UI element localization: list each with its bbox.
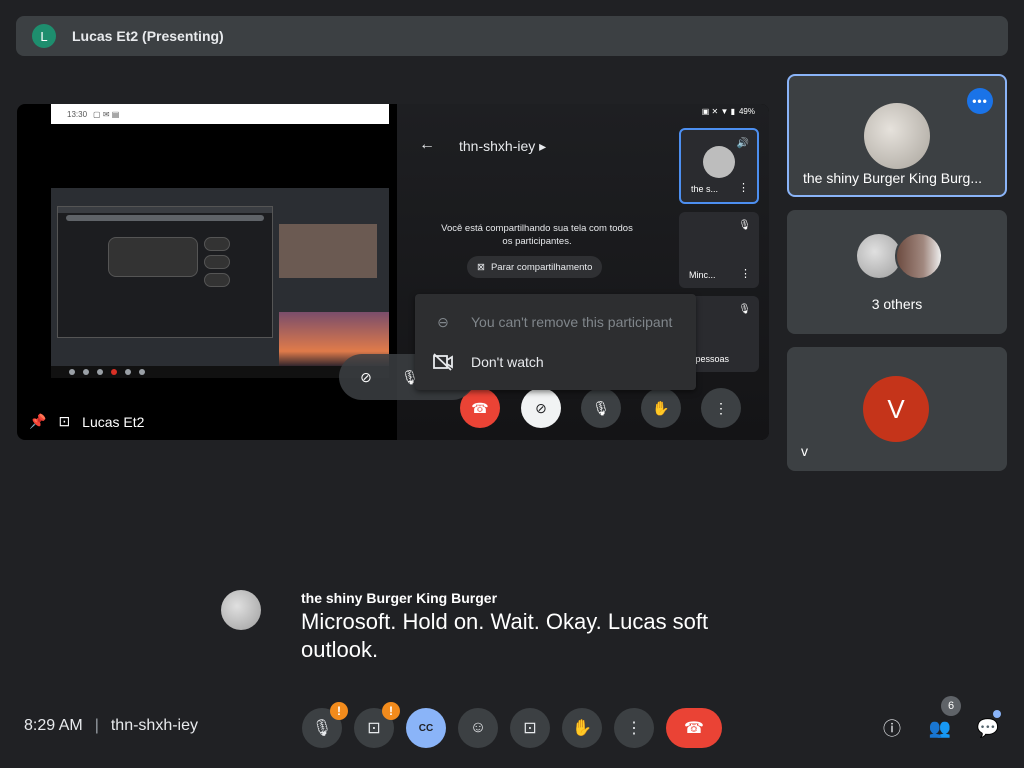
shared-browser-window xyxy=(57,206,273,338)
caption-text: Microsoft. Hold on. Wait. Okay. Lucas so… xyxy=(301,609,709,662)
phone-share-message: Você está compartilhando sua tela com to… xyxy=(441,223,633,247)
clock: 8:29 AM xyxy=(24,717,83,734)
avatar: V xyxy=(863,376,929,442)
phone-meeting-code: thn-shxh-iey ▸ xyxy=(459,138,547,154)
back-arrow-icon: ← xyxy=(419,136,435,153)
mic-off-icon: 🎙 xyxy=(311,720,333,737)
emoji-icon: ☺ xyxy=(469,719,487,736)
more-options-button[interactable]: ⋮ xyxy=(614,708,654,748)
phone-stop-share: ⊠ Parar compartilhamento xyxy=(467,256,603,278)
phone-hand-icon: ✋ xyxy=(641,388,681,428)
more-vert-icon: ⋮ xyxy=(626,720,642,737)
volume-icon: 🔊 xyxy=(736,138,749,149)
captions-icon: CC xyxy=(418,722,434,734)
meeting-info-button[interactable]: ⓘ xyxy=(876,712,908,744)
pc-screen-statusbar: 13:30 ▢ ✉ ▤ xyxy=(51,104,389,124)
meeting-details: 8:29 AM | thn-shxh-iey xyxy=(24,717,199,734)
video-off-icon xyxy=(431,350,455,374)
info-icon: ⓘ xyxy=(883,719,901,739)
mic-button[interactable]: 🎙 ! xyxy=(302,702,348,748)
participant-name: 3 others xyxy=(871,296,923,312)
phone-more-icon: ⋮ xyxy=(701,388,741,428)
shared-video-thumb xyxy=(279,224,377,278)
unpin-icon[interactable]: ⊘ xyxy=(355,366,377,388)
people-count-badge: 6 xyxy=(941,696,961,716)
raise-hand-button[interactable]: ✋ xyxy=(562,708,602,748)
participant-name: v xyxy=(801,443,808,459)
caption-speaker-name: the shiny Burger King Burger xyxy=(301,590,498,606)
presenter-label: 📌 ⊡ Lucas Et2 xyxy=(29,413,144,430)
chat-icon: 💬 xyxy=(976,717,1000,738)
captions-button[interactable]: CC xyxy=(406,708,446,748)
present-screen-icon: ⊡ xyxy=(523,720,537,737)
phone-tile-1: 🔊 the s... ⋮ xyxy=(679,128,759,204)
mic-off-icon: 🎙 xyxy=(738,220,751,231)
stop-share-icon: ⊠ xyxy=(477,261,485,273)
remove-circle-icon: ⊖ xyxy=(437,313,449,330)
menu-item-dont-watch[interactable]: Don't watch xyxy=(415,342,696,382)
leave-call-button[interactable]: ☎ xyxy=(666,708,722,748)
presenter-name: Lucas Et2 xyxy=(82,413,145,430)
phone-camera-off-icon: ⊘ xyxy=(521,388,561,428)
people-icon: 👥 xyxy=(928,717,952,738)
phone-tile-2: 🎙 Minc... ⋮ xyxy=(679,212,759,288)
camera-off-icon: ⊡ xyxy=(367,720,381,737)
people-button[interactable]: 👥 xyxy=(924,712,956,744)
menu-item-remove: ⊖ You can't remove this participant xyxy=(415,302,696,342)
participant-tile-v[interactable]: V v xyxy=(787,347,1007,471)
participant-tile-others[interactable]: 3 others xyxy=(787,210,1007,334)
participant-name: the shiny Burger King Burg... xyxy=(803,170,982,186)
presenting-banner: L Lucas Et2 (Presenting) xyxy=(16,16,1008,56)
mic-off-icon: 🎙 xyxy=(738,304,751,315)
camera-button[interactable]: ⊡ ! xyxy=(354,702,400,748)
chat-notification-dot xyxy=(993,710,1001,718)
phone-statusbar: ▣ ✕ ▼ ▮ 49% xyxy=(701,107,755,116)
avatar xyxy=(895,232,943,280)
pc-status-icons: ▢ ✉ ▤ xyxy=(93,109,120,119)
pin-icon[interactable]: 📌 xyxy=(29,413,46,430)
present-button[interactable]: ⊡ xyxy=(510,708,550,748)
participant-tile-burger[interactable]: ••• the shiny Burger King Burg... xyxy=(787,74,1007,197)
present-screen-icon: ⊡ xyxy=(58,413,71,429)
presenting-title: Lucas Et2 (Presenting) xyxy=(72,28,224,44)
shared-desktop xyxy=(51,188,389,378)
presenter-avatar: L xyxy=(32,24,56,48)
hand-icon: ✋ xyxy=(572,720,592,737)
phone-mic-icon: 🎙 xyxy=(581,388,621,428)
pc-clock: 13:30 xyxy=(67,109,88,119)
warning-icon: ! xyxy=(382,702,400,720)
more-options-button[interactable]: ••• xyxy=(967,88,993,114)
avatar xyxy=(864,103,930,169)
meeting-code: thn-shxh-iey xyxy=(110,717,199,734)
participant-options-menu: ⊖ You can't remove this participant Don'… xyxy=(415,294,696,390)
end-call-icon: ☎ xyxy=(684,720,704,737)
warning-icon: ! xyxy=(330,702,348,720)
caption-speaker-avatar xyxy=(221,590,261,630)
reactions-button[interactable]: ☺ xyxy=(458,708,498,748)
